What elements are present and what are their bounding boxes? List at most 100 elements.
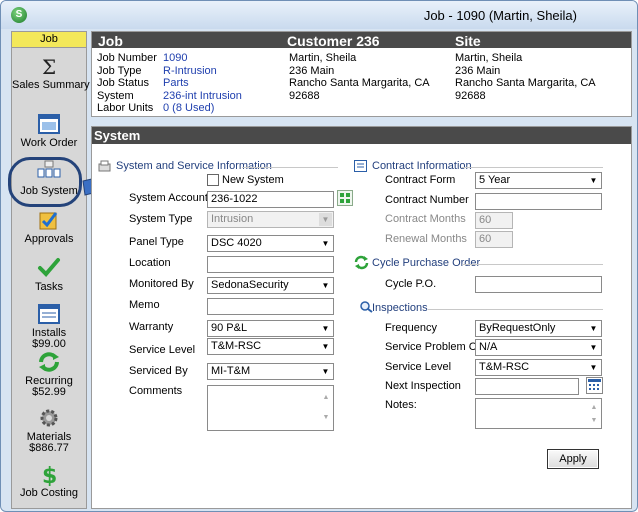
- job-info: Job Number 1090 Job Type R-Intrusion Job S…: [97, 52, 242, 115]
- frequency-select[interactable]: ByRequestOnly: [475, 320, 602, 337]
- customer-city: Rancho Santa Margarita, CA: [289, 77, 430, 89]
- renewal-months-field[interactable]: 60: [475, 231, 513, 248]
- problem-code-select[interactable]: N/A: [475, 339, 602, 356]
- header-bar: Job Customer 236 Site: [92, 32, 631, 49]
- system-account-label: System Account: [129, 192, 208, 204]
- notes-textarea[interactable]: ▲ ▼: [475, 398, 602, 429]
- sidebar-item-job-costing[interactable]: $ Job Costing: [12, 462, 86, 499]
- recycle-icon: [39, 352, 59, 372]
- section-divider: [242, 167, 338, 168]
- cycle-po-label: Cycle P.O.: [385, 278, 437, 290]
- customer-info: Martin, Sheila 236 Main Rancho Santa Mar…: [289, 52, 430, 102]
- apply-button[interactable]: Apply: [547, 449, 599, 469]
- sidebar-item-label: Sales Summary: [12, 79, 90, 91]
- section-divider: [428, 309, 603, 310]
- site-zip: 92688: [455, 89, 486, 102]
- job-type-label: Job Type: [97, 64, 142, 77]
- sidebar-item-work-order[interactable]: Work Order: [12, 112, 86, 149]
- system-type-select[interactable]: Intrusion: [207, 211, 334, 228]
- serviced-by-select[interactable]: MI-T&M: [207, 363, 334, 380]
- contract-section-title: Contract Information: [372, 160, 472, 172]
- contract-number-label: Contract Number: [385, 194, 469, 206]
- job-status-label: Job Status: [97, 77, 149, 89]
- sidebar-item-materials[interactable]: Materials $886.77: [12, 406, 86, 454]
- contract-number-field[interactable]: [475, 193, 602, 210]
- location-label: Location: [129, 257, 171, 269]
- system-section-title: System and Service Information: [116, 160, 272, 172]
- window-icon: [38, 114, 60, 134]
- highlight-ring: [8, 157, 82, 207]
- job-heading: Job: [98, 33, 123, 49]
- sidebar-item-sales-summary[interactable]: Σ Sales Summary: [12, 54, 90, 91]
- job-number-value: 1090: [163, 52, 188, 64]
- sidebar-item-approvals[interactable]: Approvals: [12, 208, 86, 245]
- panel-title: System: [92, 127, 631, 144]
- notes-scrollbar[interactable]: ▲ ▼: [589, 401, 599, 427]
- service-level-select[interactable]: T&M-RSC: [207, 338, 334, 355]
- customer-zip: 92688: [289, 89, 320, 102]
- customer-address: 236 Main: [289, 64, 335, 77]
- comments-label: Comments: [129, 385, 183, 397]
- next-inspection-label: Next Inspection: [385, 380, 461, 392]
- list-icon: [38, 304, 60, 324]
- contract-months-label: Contract Months: [385, 213, 466, 225]
- warranty-label: Warranty: [129, 321, 174, 333]
- insp-service-level-select[interactable]: T&M-RSC: [475, 359, 602, 376]
- site-heading: Site: [455, 33, 481, 49]
- service-info-icon: [98, 160, 111, 172]
- monitored-by-select[interactable]: SedonaSecurity: [207, 277, 334, 294]
- sidebar: Job Σ Sales Summary Work Order Job Syste…: [11, 31, 90, 509]
- site-address: 236 Main: [455, 64, 501, 77]
- customer-name: Martin, Sheila: [289, 52, 357, 64]
- sidebar-item-value: $886.77: [29, 442, 69, 454]
- notes-label: Notes:: [385, 399, 417, 411]
- sigma-icon: Σ: [42, 55, 56, 78]
- memo-field[interactable]: [207, 298, 334, 315]
- section-divider: [462, 167, 603, 168]
- warranty-select[interactable]: 90 P&L: [207, 320, 334, 337]
- cycle-po-field[interactable]: [475, 276, 602, 293]
- insp-service-level-label: Service Level: [385, 361, 452, 373]
- sidebar-item-label: Work Order: [20, 137, 78, 149]
- memo-label: Memo: [129, 299, 160, 311]
- calendar-icon[interactable]: [586, 377, 603, 394]
- section-divider: [462, 264, 603, 265]
- panel-type-select[interactable]: DSC 4020: [207, 235, 334, 252]
- sidebar-item-tasks[interactable]: Tasks: [12, 256, 86, 293]
- app-icon[interactable]: S: [11, 7, 27, 23]
- panel-type-label: Panel Type: [129, 236, 184, 248]
- job-number-label: Job Number: [97, 52, 157, 64]
- dollar-icon: $: [42, 464, 57, 486]
- cycle-icon: [354, 255, 369, 270]
- sidebar-item-value: $99.00: [32, 338, 66, 350]
- labor-units-label: Labor Units: [97, 102, 154, 114]
- contract-form-select[interactable]: 5 Year: [475, 172, 602, 189]
- system-value: 236-int Intrusion: [163, 89, 242, 102]
- apply-button-label: Apply: [559, 453, 587, 465]
- site-name: Martin, Sheila: [455, 52, 523, 64]
- window-title: Job - 1090 (Martin, Sheila): [423, 8, 577, 23]
- site-city: Rancho Santa Margarita, CA: [455, 77, 596, 89]
- monitored-by-label: Monitored By: [129, 278, 194, 290]
- sidebar-item-installs[interactable]: Installs $99.00: [12, 302, 86, 350]
- site-info: Martin, Sheila 236 Main Rancho Santa Mar…: [455, 52, 596, 102]
- system-lookup-icon[interactable]: [337, 190, 353, 206]
- cycle-section-title: Cycle Purchase Order: [372, 257, 481, 269]
- comments-textarea[interactable]: ▲ ▼: [207, 385, 334, 431]
- job-header: Job Customer 236 Site Job Number 1090 Job…: [91, 31, 632, 117]
- location-field[interactable]: [207, 256, 334, 273]
- sidebar-item-recurring[interactable]: Recurring $52.99: [12, 350, 86, 398]
- sidebar-item-label: Approvals: [24, 233, 74, 245]
- system-label: System: [97, 89, 134, 102]
- sidebar-item-value: $52.99: [32, 386, 66, 398]
- sidebar-item-label: Job Costing: [19, 487, 79, 499]
- gear-icon: [40, 409, 58, 427]
- system-account-field[interactable]: 236-1022: [207, 191, 334, 208]
- sidebar-header: Job: [12, 32, 86, 48]
- svg-text:Σ: Σ: [42, 55, 56, 78]
- comments-scrollbar[interactable]: ▲ ▼: [321, 388, 331, 428]
- new-system-checkbox[interactable]: [207, 174, 219, 186]
- new-system-label: New System: [222, 174, 284, 186]
- next-inspection-field[interactable]: [475, 378, 579, 395]
- contract-months-field[interactable]: 60: [475, 212, 513, 229]
